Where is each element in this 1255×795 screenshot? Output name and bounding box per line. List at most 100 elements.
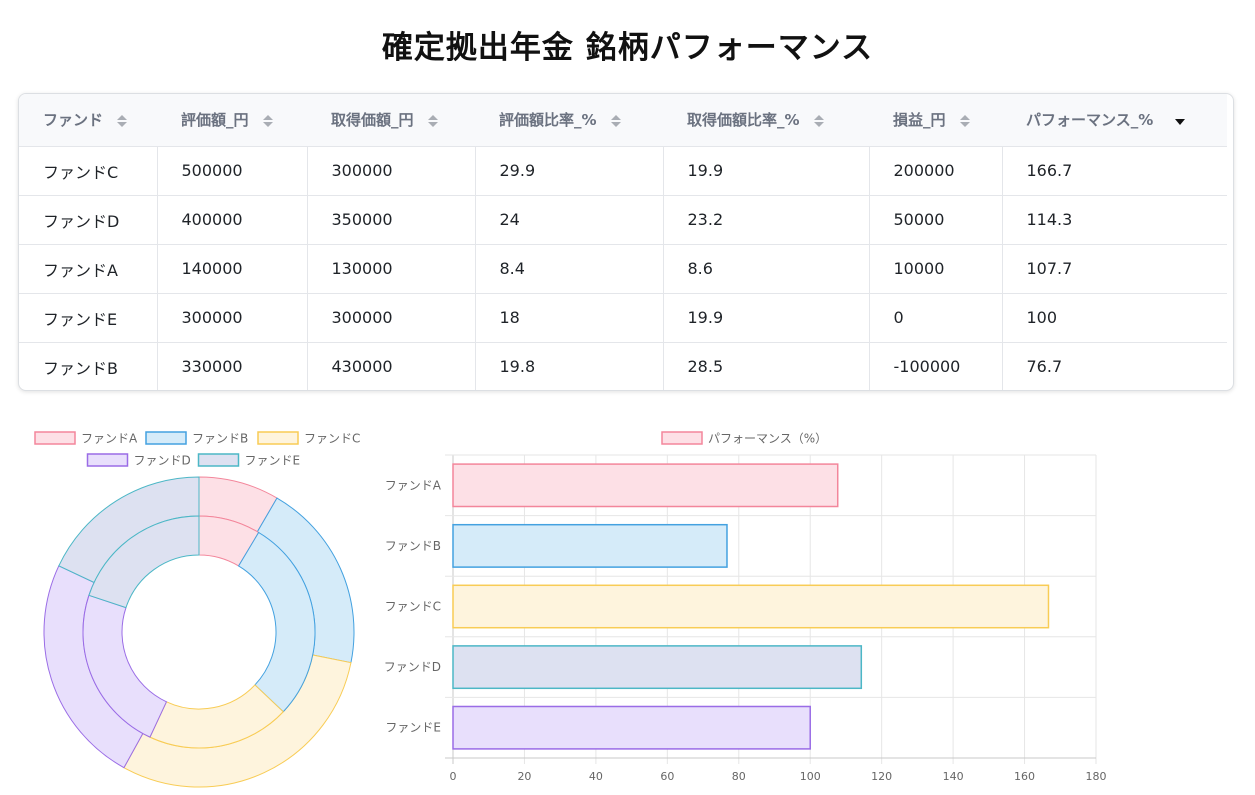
column-header-6[interactable]: パフォーマンス_% [1002, 94, 1227, 146]
bar-legend-item[interactable]: パフォーマンス（%） [661, 431, 827, 446]
table-cell: 19.9 [662, 145, 869, 195]
legend-item-0[interactable]: ファンドA [34, 431, 138, 446]
table-cell: 140000 [156, 243, 307, 293]
table-row: ファンドD 400000 350000 24 23.2 50000 114.3 [19, 194, 1227, 244]
x-tick-label: 100 [800, 770, 821, 783]
column-header-label: パフォーマンス_% [1026, 111, 1154, 130]
table-cell: 330000 [156, 341, 307, 390]
legend-swatch [197, 453, 240, 467]
legend-label: ファンドB [192, 432, 248, 446]
table-cell: 100 [1001, 292, 1227, 342]
bar-3 [452, 645, 863, 690]
legend-item-1[interactable]: ファンドB [145, 431, 248, 446]
table-cell: 430000 [306, 341, 475, 390]
performance-table: ファンド 評価額_円 取得価額_円 評価額比率_% 取得価額比率_% 損益_円 パフォーマン… [19, 94, 1227, 390]
table-row: ファンドE 300000 300000 18 19.9 0 100 [19, 292, 1227, 342]
table-cell: ファンドB [19, 341, 157, 390]
x-tick-label: 140 [943, 770, 964, 783]
table-cell: ファンドC [19, 145, 157, 195]
table-cell: 200000 [868, 145, 1002, 195]
table-cell: 8.6 [662, 243, 869, 293]
column-header-label: 損益_円 [893, 111, 946, 130]
column-header-label: 取得価額比率_% [687, 111, 800, 130]
y-tick-label: ファンドE [385, 721, 441, 735]
table-cell: 76.7 [1001, 341, 1227, 390]
x-tick-label: 120 [871, 770, 892, 783]
table-cell: 300000 [156, 292, 307, 342]
table-cell: 29.9 [474, 145, 663, 195]
table-cell: 50000 [868, 194, 1002, 244]
table-cell: 19.9 [662, 292, 869, 342]
table-cell: 130000 [306, 243, 475, 293]
table-cell: -100000 [868, 341, 1002, 390]
legend-item-2[interactable]: ファンドC [257, 431, 360, 446]
y-tick-label: ファンドA [385, 478, 442, 492]
table-header-row: ファンド 評価額_円 取得価額_円 評価額比率_% 取得価額比率_% 損益_円 パフォーマン… [19, 94, 1227, 146]
sort-desc-icon[interactable] [1175, 114, 1186, 128]
table-cell: 300000 [306, 145, 475, 195]
sort-both-icon[interactable] [262, 114, 273, 128]
x-tick-label: 40 [589, 770, 603, 783]
legend-item-4[interactable]: ファンドE [197, 453, 301, 468]
table-cell: 300000 [306, 292, 475, 342]
table-cell: ファンドA [19, 243, 157, 293]
x-tick-label: 180 [1086, 770, 1107, 783]
legend-label: ファンドA [81, 432, 138, 446]
table-cell: 0 [868, 292, 1002, 342]
table-cell: 24 [474, 194, 663, 244]
legend-swatch [145, 431, 187, 445]
x-tick-label: 0 [450, 770, 457, 783]
table-row: ファンドA 140000 130000 8.4 8.6 10000 107.7 [19, 243, 1227, 293]
legend-item-3[interactable]: ファンドD [86, 453, 191, 468]
column-header-1[interactable]: 評価額_円 [157, 94, 307, 146]
column-header-label: 評価額比率_% [499, 111, 597, 130]
column-header-2[interactable]: 取得価額_円 [307, 94, 475, 146]
x-tick-label: 160 [1014, 770, 1035, 783]
sort-both-icon[interactable] [610, 114, 621, 128]
sort-both-icon[interactable] [427, 114, 438, 128]
table-cell: 18 [474, 292, 663, 342]
legend-swatch [34, 431, 76, 445]
bar-0 [452, 463, 839, 508]
table-cell: 114.3 [1001, 194, 1227, 244]
table-cell: 350000 [306, 194, 475, 244]
table-body: ファンドC 500000 300000 29.9 19.9 200000 166.7 ファンド… [19, 145, 1227, 390]
table-cell: ファンドE [19, 292, 157, 342]
performance-table-card: ファンド 評価額_円 取得価額_円 評価額比率_% 取得価額比率_% 損益_円 パフォーマン… [18, 93, 1234, 391]
x-tick-label: 20 [517, 770, 531, 783]
table-cell: 500000 [156, 145, 307, 195]
legend-swatch [661, 431, 703, 445]
x-tick-label: 80 [732, 770, 746, 783]
sort-both-icon[interactable] [959, 114, 970, 128]
legend-label: ファンドD [134, 454, 191, 468]
column-header-3[interactable]: 評価額比率_% [475, 94, 663, 146]
doughnut-chart: ファンドA ファンドB ファンドC ファンドD ファンドE [34, 431, 360, 788]
legend-label: パフォーマンス（%） [708, 432, 827, 446]
sort-both-icon[interactable] [813, 114, 824, 128]
page-title: 確定拠出年金 銘柄パフォーマンス [381, 30, 874, 66]
table-cell: 19.8 [474, 341, 663, 390]
table-cell: 23.2 [662, 194, 869, 244]
column-header-5[interactable]: 損益_円 [869, 94, 1002, 146]
y-tick-label: ファンドB [385, 539, 441, 553]
table-cell: 10000 [868, 243, 1002, 293]
x-tick-label: 60 [660, 770, 674, 783]
chart-area: ファンドA ファンドB ファンドC ファンドD ファンドE 0 20 40 60 80 100 12… [0, 400, 1255, 795]
bar-1 [452, 523, 728, 568]
column-header-4[interactable]: 取得価額比率_% [663, 94, 869, 146]
column-header-label: ファンド [43, 111, 104, 130]
legend-label: ファンドC [304, 432, 360, 446]
table-cell: 107.7 [1001, 243, 1227, 293]
table-row: ファンドB 330000 430000 19.8 28.5 -100000 76.7 [19, 341, 1227, 390]
column-header-0[interactable]: ファンド [19, 94, 157, 146]
performance-bar-chart: 0 20 40 60 80 100 120 140 160 180 ファンドA ファンドB ファンドC フ… [384, 431, 1107, 783]
table-cell: ファンドD [19, 194, 157, 244]
table-row: ファンドC 500000 300000 29.9 19.9 200000 166.7 [19, 145, 1227, 195]
table-cell: 400000 [156, 194, 307, 244]
column-header-label: 取得価額_円 [331, 111, 414, 130]
legend-swatch [257, 431, 299, 445]
table-cell: 8.4 [474, 243, 663, 293]
column-header-label: 評価額_円 [181, 111, 249, 130]
y-tick-label: ファンドC [385, 600, 441, 614]
sort-both-icon[interactable] [117, 114, 128, 128]
